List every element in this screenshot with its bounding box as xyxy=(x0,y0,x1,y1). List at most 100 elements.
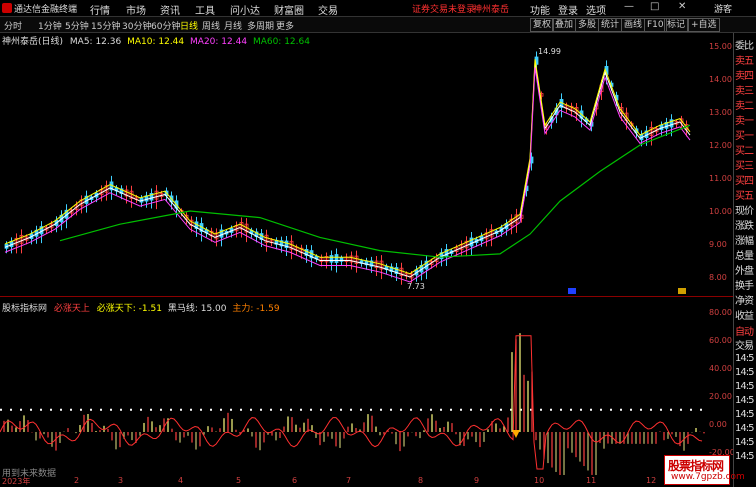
main-force-line xyxy=(0,336,702,469)
tick-time: 14:5 xyxy=(735,437,753,448)
low-annotation: 7.73 xyxy=(407,282,425,291)
menu-options[interactable]: 选项 xyxy=(586,2,606,17)
price-tick: 12.00 xyxy=(709,141,732,150)
overlay-button[interactable]: 叠加 xyxy=(552,18,576,32)
menu-ask[interactable]: 问小达 xyxy=(230,2,260,17)
tf-more[interactable]: 更多 xyxy=(276,19,294,32)
rp-label: 总量 xyxy=(735,247,753,262)
rp-label: 涨幅 xyxy=(735,232,753,247)
user-name[interactable]: 游客 xyxy=(714,2,732,15)
price-tick: 9.00 xyxy=(709,240,727,249)
menu-news[interactable]: 资讯 xyxy=(160,2,180,17)
app-logo-icon xyxy=(2,3,12,13)
tick-time: 14:5 xyxy=(735,395,753,406)
x-tick: 9 xyxy=(474,476,479,485)
rp-label: 卖三 xyxy=(735,82,753,97)
tf-multi[interactable]: 多周期 xyxy=(247,19,274,32)
tf-15min[interactable]: 15分钟 xyxy=(91,19,120,32)
price-tick: 14.00 xyxy=(709,75,732,84)
multi-stock-button[interactable]: 多股 xyxy=(575,18,599,32)
rp-label: 涨跌 xyxy=(735,217,753,232)
ma5-line xyxy=(5,63,690,278)
candle-body xyxy=(330,256,333,263)
indicator-tick: 60.00 xyxy=(709,336,732,345)
menu-trade[interactable]: 交易 xyxy=(318,2,338,17)
ma20-line xyxy=(5,67,690,282)
quote-panel: 委比 卖五 卖四 卖三 卖二 卖一 买一 买二 买三 买四 买五 现价 涨跌 涨… xyxy=(733,33,756,487)
menu-tools[interactable]: 工具 xyxy=(195,2,215,17)
mark-button[interactable]: 标记 xyxy=(664,18,688,32)
x-tick: 12 xyxy=(646,476,656,485)
minimize-icon[interactable]: — xyxy=(624,1,634,12)
high-annotation: 14.99 xyxy=(538,47,561,56)
tf-intraday[interactable]: 分时 xyxy=(4,19,22,32)
rp-label: 卖一 xyxy=(735,112,753,127)
dividend-marker xyxy=(678,288,686,294)
tick-time: 14:5 xyxy=(735,367,753,378)
indicator-chart[interactable] xyxy=(0,310,708,475)
price-tick: 13.00 xyxy=(709,108,732,117)
tick-time: 14:5 xyxy=(735,451,753,462)
draw-line-button[interactable]: 画线 xyxy=(621,18,645,32)
tick-time: 14:5 xyxy=(735,409,753,420)
menu-function[interactable]: 功能 xyxy=(530,2,550,17)
rp-label: 买二 xyxy=(735,142,753,157)
price-tick: 15.00 xyxy=(709,42,732,51)
tf-1min[interactable]: 1分钟 xyxy=(38,19,62,32)
auto-trade-label[interactable]: 自动 xyxy=(735,323,753,338)
tick-time: 14:5 xyxy=(735,423,753,434)
rp-label: 买三 xyxy=(735,157,753,172)
watermark-logo: 股票指标网 www.7gpzb.com xyxy=(664,455,730,485)
price-tick: 8.00 xyxy=(709,273,727,282)
maximize-icon[interactable]: □ xyxy=(650,1,659,12)
x-tick: 7 xyxy=(346,476,351,485)
menu-login[interactable]: 登录 xyxy=(558,2,578,17)
app-title: 通达信金融终端 xyxy=(14,2,77,15)
x-tick: 2 xyxy=(74,476,79,485)
menu-market[interactable]: 市场 xyxy=(126,2,146,17)
tf-60min[interactable]: 60分钟 xyxy=(151,19,180,32)
indicator-tick: 80.00 xyxy=(709,308,732,317)
kline-chart[interactable] xyxy=(0,44,708,294)
x-tick: 3 xyxy=(118,476,123,485)
indicator-tick: 0.00 xyxy=(709,420,727,429)
login-status[interactable]: 证券交易未登录 xyxy=(412,2,475,15)
broker-name: 神州泰岳 xyxy=(473,2,509,15)
rp-label: 买一 xyxy=(735,127,753,142)
finance-marker xyxy=(568,288,576,294)
menu-wealth[interactable]: 财富圈 xyxy=(274,2,304,17)
ma10-line xyxy=(5,59,690,274)
tf-30min[interactable]: 30分钟 xyxy=(122,19,151,32)
x-tick: 8 xyxy=(418,476,423,485)
indicator-tick: 40.00 xyxy=(709,364,732,373)
tf-daily[interactable]: 日线 xyxy=(180,19,198,32)
tick-time: 14:5 xyxy=(735,353,753,364)
rp-label: 卖二 xyxy=(735,97,753,112)
trade-label[interactable]: 交易 xyxy=(735,337,753,352)
stats-button[interactable]: 统计 xyxy=(598,18,622,32)
rp-label: 现价 xyxy=(735,202,753,217)
tf-5min[interactable]: 5分钟 xyxy=(65,19,89,32)
candle-body xyxy=(335,255,338,263)
menu-quotes[interactable]: 行情 xyxy=(90,2,110,17)
rp-label: 净资 xyxy=(735,292,753,307)
x-tick: 4 xyxy=(178,476,183,485)
rp-label: 收益 xyxy=(735,307,753,322)
price-tick: 11.00 xyxy=(709,174,732,183)
rp-label: 外盘 xyxy=(735,262,753,277)
tf-weekly[interactable]: 周线 xyxy=(202,19,220,32)
rp-label: 换手 xyxy=(735,277,753,292)
x-tick: 5 xyxy=(236,476,241,485)
menu-bar: 通达信金融终端 行情 市场 资讯 工具 问小达 财富圈 交易 证券交易未登录 神… xyxy=(0,0,756,17)
pane-divider xyxy=(0,296,733,297)
close-icon[interactable]: ✕ xyxy=(678,1,686,12)
tf-monthly[interactable]: 月线 xyxy=(224,19,242,32)
indicator-tick: 20.00 xyxy=(709,392,732,401)
rp-label: 买四 xyxy=(735,172,753,187)
add-watchlist-button[interactable]: +自选 xyxy=(688,18,720,32)
tick-time: 14:5 xyxy=(735,381,753,392)
x-tick: 11 xyxy=(586,476,596,485)
adjust-button[interactable]: 复权 xyxy=(530,18,554,32)
rp-label: 买五 xyxy=(735,187,753,202)
x-tick: 2023年 xyxy=(2,476,30,487)
